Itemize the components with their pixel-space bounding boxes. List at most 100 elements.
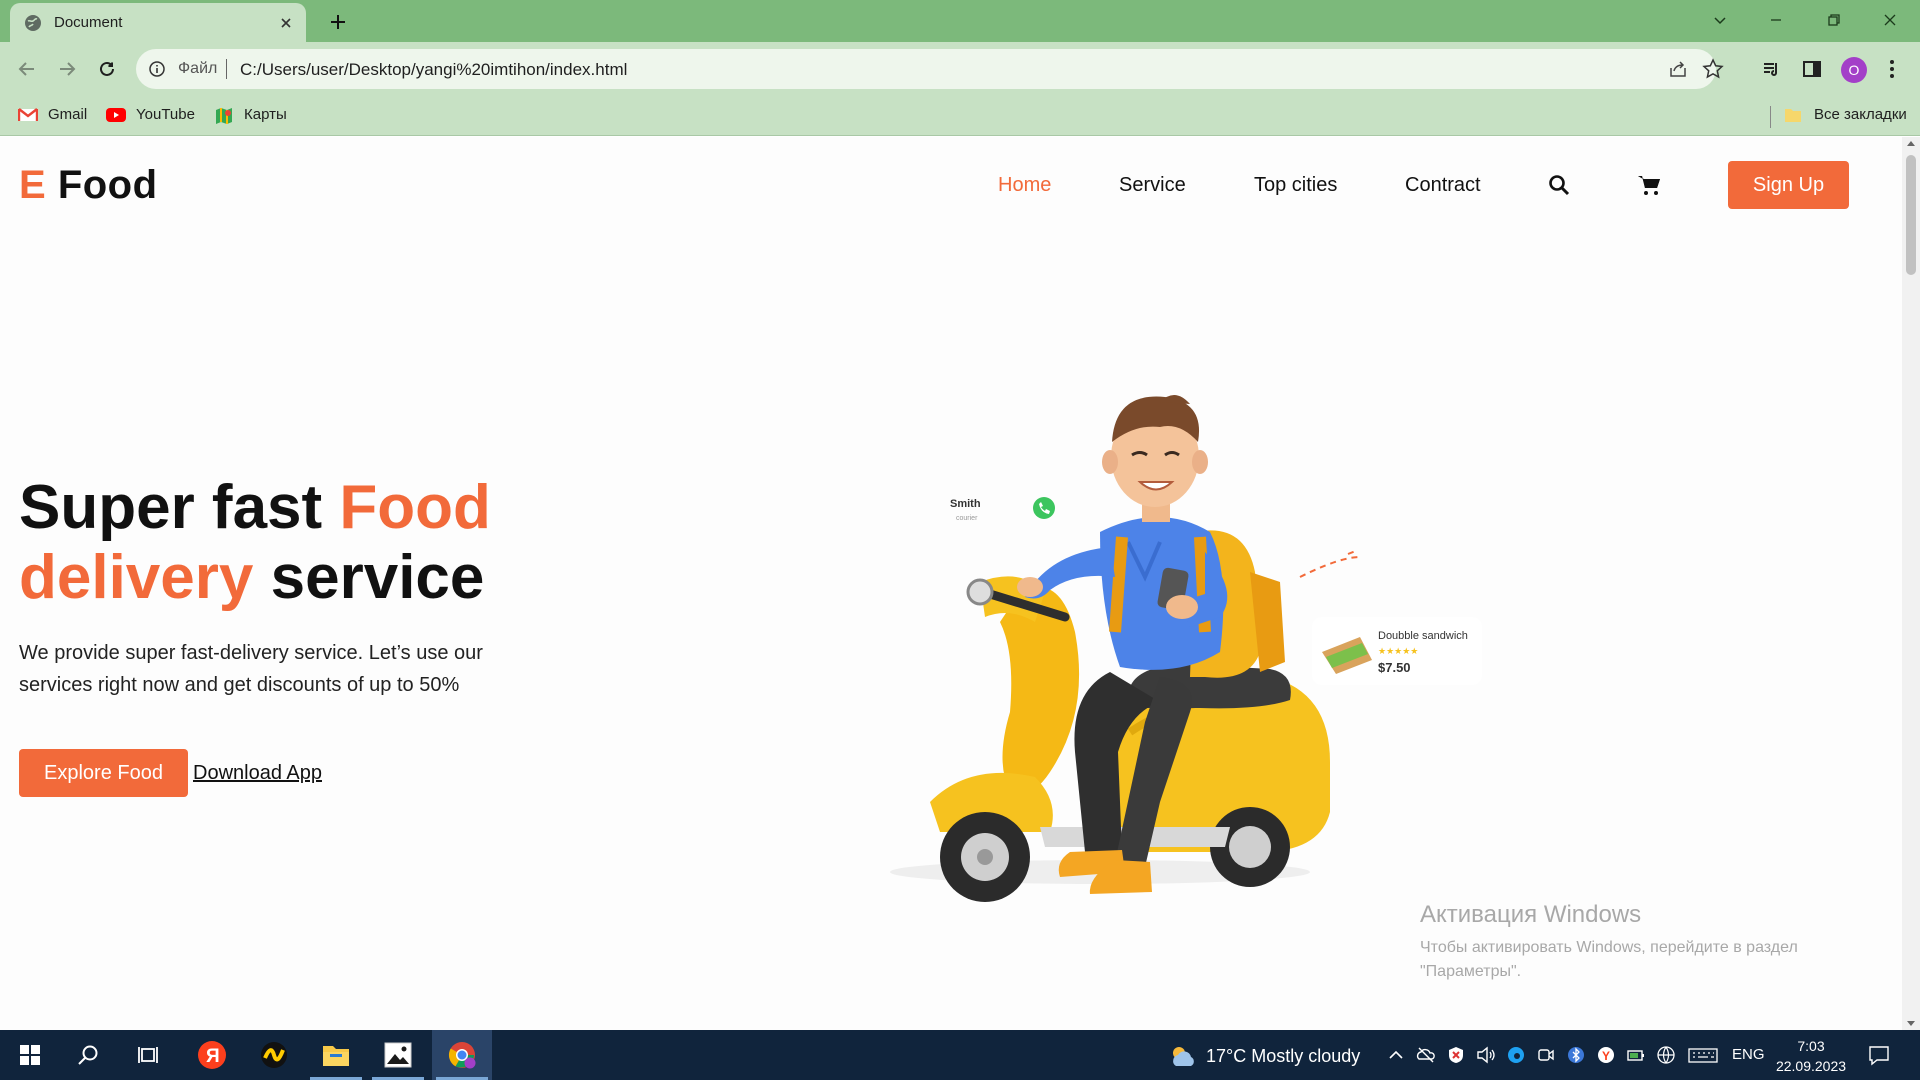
logo-letter: E [19, 163, 47, 207]
minimize-icon[interactable] [1762, 8, 1790, 32]
notifications-icon[interactable] [1868, 1044, 1890, 1066]
download-app-link[interactable]: Download App [193, 762, 322, 785]
caller-role: courier [956, 515, 978, 522]
cart-icon[interactable] [1637, 173, 1661, 197]
edge-icon[interactable] [1506, 1045, 1526, 1065]
all-bookmarks-label: Все закладки [1814, 106, 1907, 123]
forward-icon[interactable] [54, 56, 80, 82]
nav-contract[interactable]: Contract [1405, 174, 1481, 197]
url-text[interactable]: C:/Users/user/Desktop/yangi%20imtihon/in… [240, 60, 627, 80]
bookmark-youtube[interactable]: YouTube [106, 106, 195, 123]
bookmark-maps[interactable]: Карты [214, 106, 287, 124]
yandex-music-icon[interactable] [244, 1030, 304, 1080]
onedrive-offline-icon[interactable] [1416, 1045, 1436, 1065]
product-price: $7.50 [1378, 660, 1411, 675]
start-icon[interactable] [0, 1030, 60, 1080]
window-close-icon[interactable] [1876, 8, 1904, 32]
battery-icon[interactable] [1626, 1045, 1646, 1065]
volume-icon[interactable] [1476, 1045, 1496, 1065]
clock-time: 7:03 [1797, 1038, 1825, 1054]
yandex-browser-icon[interactable]: Я [182, 1030, 242, 1080]
gmail-icon [18, 107, 38, 123]
address-separator [226, 59, 227, 79]
bookmarks-bar: Gmail YouTube Карты Все закладки [0, 96, 1920, 136]
page-scrollbar[interactable] [1902, 137, 1920, 1030]
taskbar-clock[interactable]: 7:03 22.09.2023 [1772, 1036, 1850, 1076]
explore-food-button[interactable]: Explore Food [19, 749, 188, 797]
hero-title-part2: service [253, 543, 485, 612]
nav-service[interactable]: Service [1119, 174, 1186, 197]
sign-up-button[interactable]: Sign Up [1728, 161, 1849, 209]
svg-text:Y: Y [1602, 1049, 1610, 1063]
globe-icon [24, 14, 42, 32]
tab-search-chevron-icon[interactable] [1706, 8, 1734, 32]
logo-word: Food [57, 163, 158, 207]
youtube-icon [106, 107, 126, 123]
browser-tab-strip: Document [0, 0, 1920, 42]
bookmark-label: Gmail [48, 106, 88, 123]
address-bar[interactable]: Файл C:/Users/user/Desktop/yangi%20imtih… [136, 49, 1724, 89]
nav-top-cities[interactable]: Top cities [1254, 174, 1337, 197]
input-language[interactable]: ENG [1732, 1046, 1765, 1063]
weather-widget[interactable]: 17°C Mostly cloudy [1168, 1044, 1360, 1068]
hero-title: Super fast Food delivery service [19, 473, 579, 613]
scroll-thumb[interactable] [1906, 155, 1916, 275]
weather-text: 17°C Mostly cloudy [1206, 1045, 1361, 1066]
windows-activation-text: Чтобы активировать Windows, перейдите в … [1420, 939, 1798, 980]
search-icon[interactable] [1547, 173, 1571, 197]
site-logo[interactable]: E Food [19, 163, 158, 208]
clock-date: 22.09.2023 [1775, 1058, 1847, 1074]
bookmarks-separator [1770, 106, 1771, 128]
cloud-sun-icon [1173, 1047, 1194, 1066]
keyboard-icon[interactable] [1688, 1045, 1720, 1065]
task-view-icon[interactable] [118, 1030, 178, 1080]
product-name: Doubble sandwich [1378, 630, 1468, 642]
file-explorer-icon[interactable] [306, 1030, 366, 1080]
bookmark-label: Карты [244, 106, 287, 123]
scroll-up-icon[interactable] [1907, 141, 1915, 146]
hero-description: We provide super fast-delivery service. … [19, 642, 483, 696]
address-scheme: Файл [178, 60, 218, 77]
photos-icon[interactable] [368, 1030, 428, 1080]
search-taskbar-icon[interactable] [58, 1030, 118, 1080]
svg-text:Я: Я [206, 1046, 220, 1067]
nav-home[interactable]: Home [998, 174, 1051, 197]
bluetooth-icon[interactable] [1566, 1045, 1586, 1065]
yandex-tray-icon[interactable]: Y [1596, 1045, 1616, 1065]
delivery-illustration: Smith courier Doubble sandwich ★★★★★ $7.… [860, 332, 1520, 932]
hero-title-part1: Super fast [19, 473, 340, 542]
network-globe-icon[interactable] [1656, 1045, 1676, 1065]
hero-title-accent1: Food [339, 473, 491, 542]
side-panel-icon[interactable] [1800, 57, 1824, 81]
reload-icon[interactable] [94, 56, 120, 82]
bookmark-gmail[interactable]: Gmail [18, 106, 87, 123]
windows-activation-title: Активация Windows [1420, 901, 1642, 928]
windows-taskbar: Я 17°C Mostly cloudy Y ENG 7:03 22.09.20… [0, 1030, 1920, 1080]
share-icon[interactable] [1668, 59, 1688, 79]
tab-close-icon[interactable] [278, 15, 294, 31]
meet-icon[interactable] [1536, 1045, 1556, 1065]
bookmark-label: YouTube [136, 106, 195, 123]
site-info-icon[interactable] [148, 60, 166, 78]
browser-toolbar: Файл C:/Users/user/Desktop/yangi%20imtih… [0, 42, 1920, 96]
phone-call-icon [1033, 497, 1055, 519]
back-icon[interactable] [14, 56, 40, 82]
chrome-icon[interactable] [432, 1030, 492, 1080]
restore-icon[interactable] [1820, 8, 1848, 32]
security-icon[interactable] [1446, 1045, 1466, 1065]
scroll-down-icon[interactable] [1907, 1021, 1915, 1026]
tray-chevron-icon[interactable] [1386, 1045, 1406, 1065]
new-tab-icon[interactable] [326, 10, 350, 34]
folder-icon [1784, 107, 1804, 123]
browser-tab[interactable]: Document [10, 3, 306, 42]
maps-icon [214, 107, 234, 124]
all-bookmarks[interactable]: Все закладки [1784, 106, 1907, 123]
caller-name: Smith [950, 498, 981, 510]
browser-menu-icon[interactable] [1880, 57, 1904, 81]
hero-title-accent2: delivery [19, 543, 254, 612]
rating-stars: ★★★★★ [1378, 647, 1418, 657]
profile-avatar[interactable]: O [1841, 57, 1867, 83]
reading-list-icon[interactable] [1760, 57, 1784, 81]
bookmark-star-icon[interactable] [1702, 58, 1724, 80]
page-viewport: E Food Home Service Top cities Contract … [0, 137, 1902, 1030]
